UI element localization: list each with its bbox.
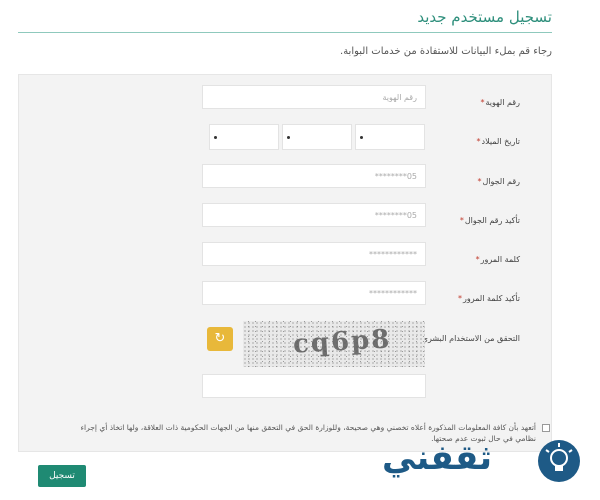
pledge-checkbox[interactable] [542,424,550,432]
lightbulb-icon [538,440,580,482]
birth-day-select[interactable] [209,124,279,150]
password-confirm-label: تأكيد كلمة المرور* [458,294,520,303]
captcha-label: التحقق من الاستخدام البشري* [417,334,520,343]
mobile-label: رقم الجوال* [477,177,520,186]
captcha-input[interactable] [202,374,426,398]
birth-year-select[interactable] [355,124,425,150]
refresh-icon: ↻ [214,331,226,346]
mobile-confirm-label: تأكيد رقم الجوال* [459,216,520,225]
birth-date-label: تاريخ الميلاد* [476,137,521,146]
password-confirm-input[interactable] [202,281,426,305]
submit-button[interactable]: تسجيل [38,465,86,487]
chevron-down-icon [214,136,217,139]
mobile-confirm-input[interactable] [202,203,426,227]
birth-month-select[interactable] [282,124,352,150]
captcha-text: cq6p8 [292,324,393,360]
watermark-text: ثقفني [382,438,492,478]
password-input[interactable] [202,242,426,266]
title-divider [18,32,552,33]
password-label: كلمة المرور* [475,255,520,264]
watermark-logo: ثقفني [382,436,586,494]
mobile-input[interactable] [202,164,426,188]
captcha-refresh-button[interactable]: ↻ [207,327,233,351]
intro-text: رجاء قم بملء البيانات للاستفادة من خدمات… [340,46,552,57]
chevron-down-icon [287,136,290,139]
captcha-image: cq6p8 [243,321,425,367]
national-id-label: رقم الهوية* [480,98,520,107]
national-id-input[interactable] [202,85,426,109]
page-title: تسجيل مستخدم جديد [417,8,552,26]
chevron-down-icon [360,136,363,139]
